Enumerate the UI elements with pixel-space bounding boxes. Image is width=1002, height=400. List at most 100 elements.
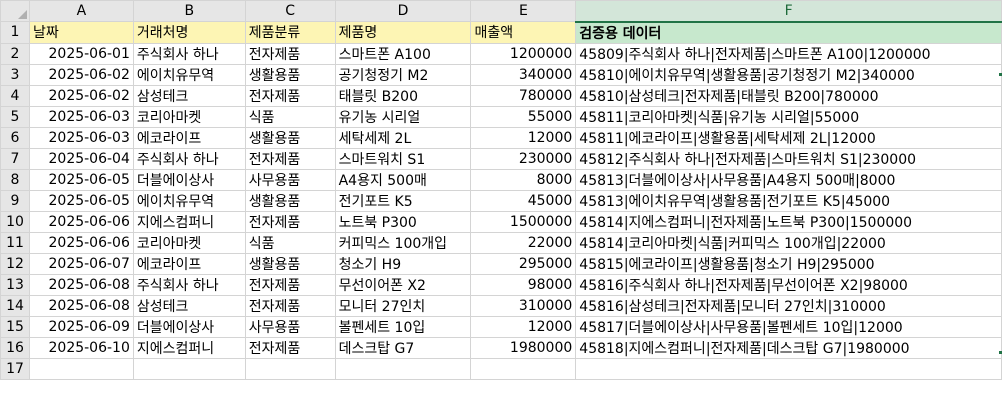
customer-cell[interactable]: 에코라이프 [132,252,246,275]
verify-cell[interactable]: 45809|주식회사 하나|전자제품|스마트폰 A100|1200000 [575,42,1002,65]
verify-cell[interactable]: 45811|에코라이프|생활용품|세탁세제 2L|12000 [575,126,1002,149]
customer-cell[interactable]: 더블에이상사 [132,168,246,191]
sales-cell[interactable]: 12000 [470,126,577,149]
product-cell[interactable]: 스마트워치 S1 [334,147,472,170]
date-cell[interactable]: 2025-06-02 [28,63,134,86]
category-cell[interactable]: 전자제품 [244,147,336,170]
customer-cell[interactable]: 코리아마켓 [132,231,246,254]
category-cell[interactable]: 전자제품 [244,210,336,233]
product-cell[interactable]: A4용지 500매 [334,168,472,191]
category-cell[interactable]: 식품 [244,231,336,254]
sales-cell[interactable]: 98000 [470,273,577,296]
customer-cell[interactable]: 삼성테크 [132,294,246,317]
customer-cell[interactable]: 코리아마켓 [132,105,246,128]
product-cell[interactable]: 청소기 H9 [334,252,472,275]
customer-cell[interactable]: 에이치유무역 [132,189,246,212]
verify-cell[interactable]: 45814|코리아마켓|식품|커피믹스 100개입|22000 [575,231,1002,254]
date-cell[interactable] [28,357,134,380]
sales-cell[interactable]: 8000 [470,168,577,191]
sales-cell[interactable]: 780000 [470,84,577,107]
sales-cell[interactable]: 45000 [470,189,577,212]
product-cell[interactable]: 데스크탑 G7 [334,336,472,359]
header-cell-verify[interactable]: 검증용 데이터 [575,21,1002,44]
category-cell[interactable]: 전자제품 [244,294,336,317]
column-header-b[interactable]: B [132,0,246,22]
sales-cell[interactable]: 295000 [470,252,577,275]
row-header[interactable]: 14 [0,294,30,317]
customer-cell[interactable]: 주식회사 하나 [132,147,246,170]
verify-cell[interactable]: 45816|주식회사 하나|전자제품|무선이어폰 X2|98000 [575,273,1002,296]
sales-cell[interactable] [470,357,577,380]
category-cell[interactable]: 사무용품 [244,315,336,338]
category-cell[interactable]: 전자제품 [244,336,336,359]
category-cell[interactable]: 사무용품 [244,168,336,191]
customer-cell[interactable] [132,357,246,380]
category-cell[interactable]: 전자제품 [244,84,336,107]
row-header[interactable]: 12 [0,252,30,275]
date-cell[interactable]: 2025-06-02 [28,84,134,107]
product-cell[interactable]: 유기농 시리얼 [334,105,472,128]
select-all-corner[interactable] [0,0,30,22]
category-cell[interactable] [244,357,336,380]
row-header[interactable]: 6 [0,126,30,149]
verify-cell[interactable]: 45810|삼성테크|전자제품|태블릿 B200|780000 [575,84,1002,107]
row-header[interactable]: 5 [0,105,30,128]
verify-cell[interactable] [575,357,1002,380]
category-cell[interactable]: 생활용품 [244,126,336,149]
sales-cell[interactable]: 22000 [470,231,577,254]
category-cell[interactable]: 전자제품 [244,42,336,65]
verify-cell[interactable]: 45812|주식회사 하나|전자제품|스마트워치 S1|230000 [575,147,1002,170]
customer-cell[interactable]: 더블에이상사 [132,315,246,338]
header-cell-sales[interactable]: 매출액 [470,21,577,44]
category-cell[interactable]: 생활용품 [244,63,336,86]
category-cell[interactable]: 전자제품 [244,273,336,296]
product-cell[interactable]: 스마트폰 A100 [334,42,472,65]
date-cell[interactable]: 2025-06-10 [28,336,134,359]
verify-cell[interactable]: 45816|삼성테크|전자제품|모니터 27인치|310000 [575,294,1002,317]
date-cell[interactable]: 2025-06-08 [28,294,134,317]
row-header[interactable]: 16 [0,336,30,359]
sales-cell[interactable]: 310000 [470,294,577,317]
row-header[interactable]: 13 [0,273,30,296]
category-cell[interactable]: 생활용품 [244,252,336,275]
row-header[interactable]: 15 [0,315,30,338]
customer-cell[interactable]: 지에스컴퍼니 [132,210,246,233]
date-cell[interactable]: 2025-06-06 [28,210,134,233]
customer-cell[interactable]: 주식회사 하나 [132,42,246,65]
verify-cell[interactable]: 45810|에이치유무역|생활용품|공기청정기 M2|340000 [575,63,1002,86]
category-cell[interactable]: 식품 [244,105,336,128]
row-header[interactable]: 8 [0,168,30,191]
customer-cell[interactable]: 에코라이프 [132,126,246,149]
date-cell[interactable]: 2025-06-07 [28,252,134,275]
product-cell[interactable]: 무선이어폰 X2 [334,273,472,296]
sales-cell[interactable]: 1500000 [470,210,577,233]
customer-cell[interactable]: 지에스컴퍼니 [132,336,246,359]
column-header-e[interactable]: E [470,0,577,22]
verify-cell[interactable]: 45811|코리아마켓|식품|유기농 시리얼|55000 [575,105,1002,128]
product-cell[interactable]: 모니터 27인치 [334,294,472,317]
sales-cell[interactable]: 55000 [470,105,577,128]
verify-cell[interactable]: 45815|에코라이프|생활용품|청소기 H9|295000 [575,252,1002,275]
row-header[interactable]: 3 [0,63,30,86]
sales-cell[interactable]: 230000 [470,147,577,170]
verify-cell[interactable]: 45814|지에스컴퍼니|전자제품|노트북 P300|1500000 [575,210,1002,233]
product-cell[interactable]: 태블릿 B200 [334,84,472,107]
row-header[interactable]: 11 [0,231,30,254]
header-cell-product[interactable]: 제품명 [334,21,472,44]
date-cell[interactable]: 2025-06-01 [28,42,134,65]
product-cell[interactable]: 볼펜세트 10입 [334,315,472,338]
date-cell[interactable]: 2025-06-03 [28,126,134,149]
column-header-f[interactable]: F [575,0,1002,23]
verify-cell[interactable]: 45818|지에스컴퍼니|전자제품|데스크탑 G7|1980000 [575,336,1002,359]
row-header[interactable]: 2 [0,42,30,65]
sales-cell[interactable]: 1980000 [470,336,577,359]
product-cell[interactable]: 공기청정기 M2 [334,63,472,86]
row-header[interactable]: 9 [0,189,30,212]
product-cell[interactable]: 세탁세제 2L [334,126,472,149]
verify-cell[interactable]: 45817|더블에이상사|사무용품|볼펜세트 10입|12000 [575,315,1002,338]
sales-cell[interactable]: 12000 [470,315,577,338]
row-header[interactable]: 7 [0,147,30,170]
verify-cell[interactable]: 45813|에이치유무역|생활용품|전기포트 K5|45000 [575,189,1002,212]
header-cell-customer[interactable]: 거래처명 [132,21,246,44]
date-cell[interactable]: 2025-06-06 [28,231,134,254]
